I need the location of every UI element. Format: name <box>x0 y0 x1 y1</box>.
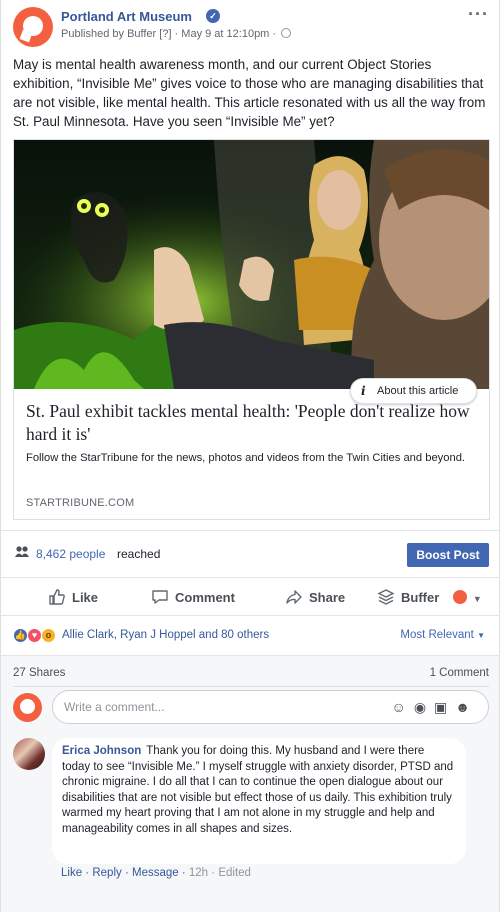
help-marker[interactable]: [?] <box>159 28 171 40</box>
camera-icon[interactable]: ◉ <box>414 699 434 715</box>
emoji-icon[interactable]: ☺ <box>392 699 414 715</box>
buffer-button[interactable]: Buffer ▼ <box>377 588 482 606</box>
comment-edited[interactable]: Edited <box>218 867 251 879</box>
people-icon <box>15 546 29 560</box>
comment-message-link[interactable]: Message <box>132 867 179 879</box>
globe-icon[interactable] <box>281 28 292 38</box>
share-button[interactable]: Share <box>285 588 345 606</box>
published-prefix: Published by <box>61 28 124 40</box>
boost-post-button[interactable]: Boost Post <box>407 543 489 567</box>
buffer-avatar-icon[interactable] <box>452 590 467 604</box>
current-user-avatar[interactable] <box>13 693 42 722</box>
page-name-link[interactable]: Portland Art Museum <box>61 9 192 24</box>
post-header: Portland Art Museum ✓ Published by Buffe… <box>1 0 499 50</box>
comments-section: 27 Shares 1 Comment Write a comment... ☺… <box>1 655 499 912</box>
post-date-link[interactable]: May 9 at 12:10pm <box>181 28 269 40</box>
chevron-down-icon[interactable]: ▼ <box>473 594 482 604</box>
like-label: Like <box>72 590 99 605</box>
page-avatar[interactable] <box>13 7 53 47</box>
article-description: Follow the StarTribune for the news, pho… <box>26 452 466 464</box>
wow-reaction-icon: o <box>41 628 56 643</box>
more-options-icon[interactable]: ··· <box>468 4 489 25</box>
comment-text: Thank you for doing this. My husband and… <box>62 745 454 835</box>
gif-icon[interactable]: ▣ <box>434 699 455 715</box>
reach-suffix: reached <box>117 547 161 561</box>
verified-badge-icon: ✓ <box>206 9 220 23</box>
like-reaction-icon: 👍 <box>13 628 28 643</box>
most-relevant-label: Most Relevant <box>400 629 474 641</box>
most-relevant-dropdown[interactable]: Most Relevant ▼ <box>400 629 485 641</box>
article-title[interactable]: St. Paul exhibit tackles mental health: … <box>26 400 478 446</box>
sticker-icon[interactable]: ☻ <box>455 699 478 715</box>
post-meta: Published by Buffer [?] · May 9 at 12:10… <box>61 28 292 40</box>
input-icons: ☺◉▣☻ <box>392 691 478 723</box>
article-photo[interactable] <box>14 140 489 389</box>
shares-count-link[interactable]: 27 Shares <box>13 667 65 679</box>
about-article-label: About this article <box>377 385 459 397</box>
post-caption: May is mental health awareness month, an… <box>13 57 486 129</box>
comment-bubble: Erica Johnson Thank you for doing this. … <box>52 738 466 864</box>
thumbs-up-icon <box>49 589 65 605</box>
reach-count-link[interactable]: 8,462 people <box>36 547 105 561</box>
comment-time[interactable]: 12h <box>189 867 208 879</box>
comment-button[interactable]: Comment <box>151 588 235 606</box>
love-reaction-icon: ♥ <box>27 628 42 643</box>
buffer-stack-icon <box>377 589 395 605</box>
reach-bar: 8,462 people reached Boost Post <box>1 530 499 578</box>
reaction-names-link[interactable]: Allie Clark, Ryan J Hoppel and 80 others <box>62 629 269 641</box>
comment-author-link[interactable]: Erica Johnson <box>62 745 141 757</box>
comment-label: Comment <box>175 590 235 605</box>
comment-reply-link[interactable]: Reply <box>92 867 121 879</box>
commenter-avatar[interactable] <box>13 738 45 770</box>
divider <box>13 686 489 687</box>
comment-like-link[interactable]: Like <box>61 867 82 879</box>
share-label: Share <box>309 590 346 605</box>
article-source: STARTRIBUNE.COM <box>26 497 135 509</box>
comment-input-placeholder: Write a comment... <box>64 700 165 714</box>
article-photo-art <box>14 140 489 389</box>
buffer-label: Buffer <box>401 590 440 605</box>
action-bar: Like Comment Share Buffer ▼ <box>1 578 499 616</box>
facebook-post: Portland Art Museum ✓ Published by Buffe… <box>0 0 500 912</box>
comment-icon <box>152 590 168 604</box>
link-attachment[interactable]: i About this article St. Paul exhibit ta… <box>13 139 490 520</box>
comment-count-link[interactable]: 1 Comment <box>430 667 489 679</box>
like-button[interactable]: Like <box>48 588 98 606</box>
caret-down-icon: ▼ <box>477 631 485 640</box>
reactions-summary[interactable]: 👍 ♥ o Allie Clark, Ryan J Hoppel and 80 … <box>1 620 499 652</box>
share-icon <box>286 590 302 604</box>
comment-input[interactable]: Write a comment... ☺◉▣☻ <box>52 690 489 724</box>
comment-actions: Like · Reply · Message · 12h · Edited <box>61 867 251 879</box>
published-app-link[interactable]: Buffer <box>127 28 156 40</box>
